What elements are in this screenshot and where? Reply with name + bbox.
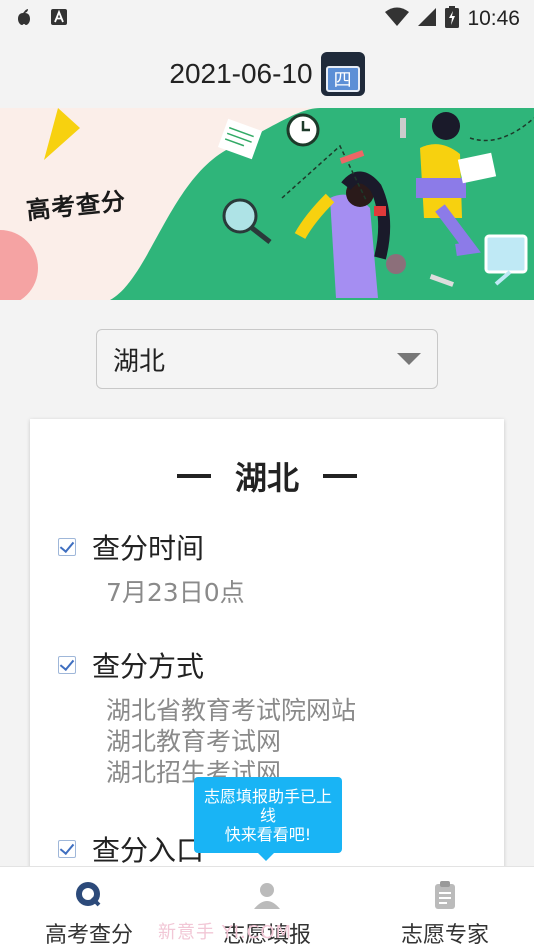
wifi-icon [385, 7, 410, 31]
section-line: 湖北省教育考试院网站 [106, 696, 357, 725]
dropdown-caret-icon [397, 353, 421, 365]
nav-item-score-query[interactable]: 高考查分 [0, 867, 178, 950]
clipboard-icon [429, 879, 461, 911]
section-title: 查分入口 [92, 834, 205, 867]
volunteer-helper-tooltip[interactable]: 志愿填报助手已上 线 快来看看吧! [194, 777, 342, 861]
section-score-entry: 查分入口 [58, 829, 204, 869]
province-select[interactable]: 湖北 [96, 329, 438, 389]
search-chat-icon [73, 879, 105, 911]
person-icon [251, 879, 283, 911]
banner: 高考查分 [0, 108, 534, 300]
calendar-icon[interactable]: 四 [320, 52, 365, 96]
tooltip-line: 快来看看吧! [224, 825, 312, 844]
section-title: 查分时间 [92, 532, 205, 565]
section-score-method: 查分方式 湖北省教育考试院网站 湖北教育考试网 湖北招生考试网 [58, 645, 356, 788]
section-line: 湖北教育考试网 [106, 727, 282, 756]
section-title: 查分方式 [92, 650, 205, 683]
section-line: 7月23日0点 [106, 578, 245, 607]
status-time: 10:46 [467, 7, 520, 30]
nav-item-volunteer-expert[interactable]: 志愿专家 [356, 867, 534, 950]
card-title-text: 湖北 [234, 459, 299, 497]
status-bar: 10:46 [0, 0, 534, 38]
checkbox-icon [58, 656, 76, 674]
card-title: 湖北 [30, 453, 504, 499]
title-dash-left [176, 474, 211, 478]
tooltip-line: 志愿填报助手已上 [203, 787, 332, 806]
nav-label: 高考查分 [44, 923, 133, 948]
tooltip-line: 线 [259, 806, 276, 825]
battery-icon [445, 6, 460, 32]
date-text: 2021-06-10 [169, 58, 313, 89]
cell-signal-icon [417, 7, 437, 31]
section-score-time: 查分时间 7月23日0点 [58, 527, 245, 608]
calendar-weekday: 四 [325, 66, 360, 92]
watermark: 新意手 YI.COM [158, 922, 293, 943]
checkbox-icon [58, 840, 76, 858]
date-header: 2021-06-10 四 [0, 48, 534, 100]
province-select-value: 湖北 [113, 346, 166, 377]
title-dash-right [323, 474, 357, 478]
nav-label: 志愿专家 [400, 923, 489, 948]
apple-notification-icon [14, 7, 34, 31]
text-app-notification-icon [50, 8, 68, 30]
checkbox-icon [58, 538, 76, 556]
